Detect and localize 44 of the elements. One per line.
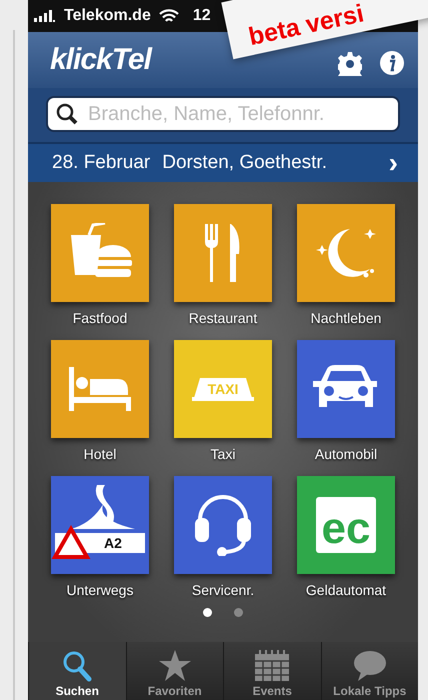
info-icon[interactable] (380, 51, 404, 75)
category-label: Nachtleben (310, 310, 382, 326)
category-label: Servicenr. (192, 582, 254, 598)
search-field[interactable]: Branche, Name, Telefonnr. (46, 96, 400, 132)
wifi-icon (158, 8, 179, 24)
headset-icon (194, 494, 252, 556)
location-bar[interactable]: 28. Februar Dorsten, Goethestr. › (28, 142, 418, 182)
category-label: Restaurant (188, 310, 258, 326)
signal-icon (34, 10, 56, 22)
tab[interactable]: Events (223, 642, 320, 700)
category-tile[interactable] (174, 476, 272, 574)
tab[interactable]: Suchen (28, 642, 126, 700)
calendar-icon (254, 650, 290, 682)
settings-icon[interactable] (338, 52, 362, 76)
category-label: Hotel (84, 446, 116, 462)
app-logo: klickTel (50, 43, 151, 77)
carrier-name: Telekom.de (64, 7, 151, 25)
page-dot[interactable] (203, 608, 212, 617)
chevron-icon: › (388, 147, 398, 179)
ec-logo-icon: ec (316, 497, 376, 553)
category-tile[interactable] (51, 204, 149, 302)
search-icon (62, 650, 92, 682)
category-tile[interactable] (297, 340, 395, 438)
category-label: Geldautomat (306, 582, 386, 598)
category-label: Fastfood (72, 310, 128, 326)
category-tile[interactable]: A2 (51, 476, 149, 574)
category-label: Automobil (314, 446, 378, 462)
date-text: 28. Februar (52, 152, 150, 174)
search-icon (56, 103, 78, 125)
category-label: Taxi (210, 446, 236, 462)
star-icon (158, 650, 192, 682)
speech-bubble-icon (352, 650, 387, 682)
page-dot[interactable] (234, 608, 243, 617)
sticker-text: beta versi (246, 0, 366, 52)
location-text: Dorsten, Goethestr. (162, 152, 327, 174)
category-tile[interactable] (51, 340, 149, 438)
clock-time: 12 (192, 7, 211, 25)
category-tile[interactable]: ec (297, 476, 395, 574)
tab[interactable]: Lokale Tipps (320, 642, 418, 700)
category-tile[interactable] (174, 204, 272, 302)
category-label: Unterwegs (66, 582, 134, 598)
tab[interactable]: Favoriten (126, 642, 223, 700)
bed-icon (69, 367, 131, 411)
category-tile[interactable] (297, 204, 395, 302)
